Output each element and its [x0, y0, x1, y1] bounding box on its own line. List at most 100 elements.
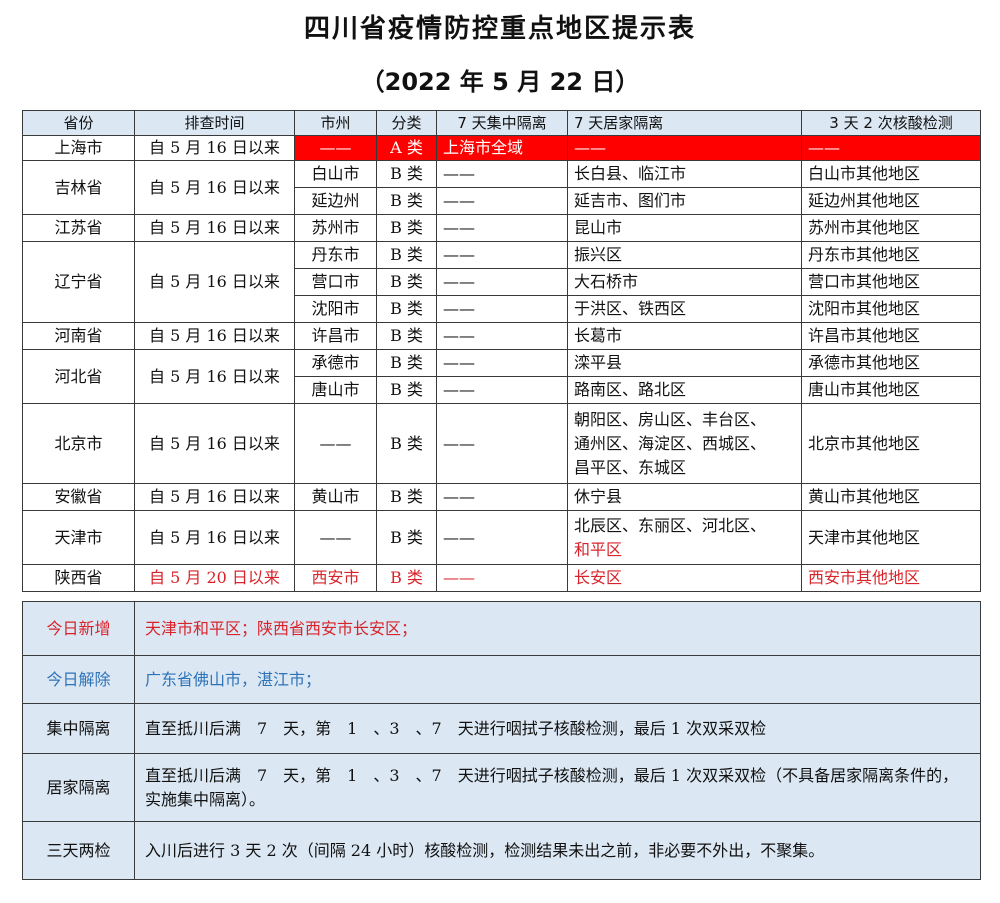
cell-city: 苏州市	[294, 214, 377, 242]
cell-home-line: 昌平区、东城区	[574, 457, 687, 477]
cell-home-line: 和平区	[574, 539, 623, 559]
cell-province: 河南省	[22, 322, 135, 350]
cell-class: B 类	[376, 322, 437, 350]
cell-home-line: 北辰区、东丽区、河北区、	[574, 515, 767, 535]
cell-time: 自 5 月 16 日以来	[134, 483, 295, 511]
table-row: 上海市 自 5 月 16 日以来 —— A 类 上海市全域 —— ——	[22, 135, 981, 161]
cell-home: 延吉市、图们市	[567, 187, 802, 215]
cell-home: 休宁县	[567, 483, 802, 511]
table-header-row: 省份 排查时间 市州 分类 7 天集中隔离 7 天居家隔离 3 天 2 次核酸检…	[22, 110, 981, 136]
cell-class: B 类	[376, 510, 437, 565]
note-text-lift: 广东省佛山市，湛江市；	[134, 655, 981, 704]
cell-class: B 类	[376, 483, 437, 511]
cell-city: 沈阳市	[294, 295, 377, 323]
cell-central: ——	[436, 214, 568, 242]
table-row: 河北省 自 5 月 16 日以来 承德市 B 类 —— 滦平县 承德市其他地区	[22, 349, 981, 404]
cell-home-line: 朝阳区、房山区、丰台区、	[574, 409, 767, 429]
cell-central: ——	[436, 349, 568, 377]
note-text-test: 入川后进行 3 天 2 次（间隔 24 小时）核酸检测，检测结果未出之前，非必要…	[134, 821, 981, 880]
cell-home-line: 通州区、海淀区、西城区、	[574, 433, 767, 453]
cell-province: 天津市	[22, 510, 135, 565]
cell-central: ——	[436, 564, 568, 592]
cell-central: ——	[436, 187, 568, 215]
note-row-test: 三天两检 入川后进行 3 天 2 次（间隔 24 小时）核酸检测，检测结果未出之…	[22, 821, 981, 880]
cell-city: 白山市	[294, 160, 377, 188]
note-label-home: 居家隔离	[22, 753, 135, 822]
note-text-home: 直至抵川后满 7 天，第 1 、3 、7 天进行咽拭子核酸检测，最后 1 次双采…	[134, 753, 981, 822]
cell-time: 自 5 月 16 日以来	[134, 160, 295, 215]
cell-test: 黄山市其他地区	[801, 483, 981, 511]
cell-province: 上海市	[22, 135, 135, 161]
cell-test: 西安市其他地区	[801, 564, 981, 592]
table-row: 天津市 自 5 月 16 日以来 —— B 类 —— 北辰区、东丽区、河北区、 …	[22, 510, 981, 565]
cell-class: B 类	[376, 268, 437, 296]
cell-home: 路南区、路北区	[567, 376, 802, 404]
col-header-home-quarantine: 7 天居家隔离	[567, 110, 802, 136]
cell-city: 黄山市	[294, 483, 377, 511]
cell-city: ——	[294, 403, 377, 484]
cell-class: B 类	[376, 376, 437, 404]
cell-class: B 类	[376, 564, 437, 592]
cell-home: 长葛市	[567, 322, 802, 350]
cell-province: 辽宁省	[22, 241, 135, 323]
cell-central: ——	[436, 160, 568, 188]
cell-time: 自 5 月 16 日以来	[134, 135, 295, 161]
col-header-city: 市州	[294, 110, 377, 136]
table-row: 安徽省 自 5 月 16 日以来 黄山市 B 类 —— 休宁县 黄山市其他地区	[22, 483, 981, 511]
note-row-lift: 今日解除 广东省佛山市，湛江市；	[22, 655, 981, 704]
table-row: 江苏省 自 5 月 16 日以来 苏州市 B 类 —— 昆山市 苏州市其他地区	[22, 214, 981, 242]
cell-central: 上海市全域	[436, 135, 568, 161]
cell-central: ——	[436, 322, 568, 350]
page-title: 四川省疫情防控重点地区提示表	[303, 14, 696, 44]
cell-test: 承德市其他地区	[801, 349, 981, 377]
cell-class: B 类	[376, 187, 437, 215]
col-header-screening-time: 排查时间	[134, 110, 295, 136]
cell-province: 河北省	[22, 349, 135, 404]
cell-home: 北辰区、东丽区、河北区、 和平区	[567, 510, 802, 565]
note-row-central: 集中隔离 直至抵川后满 7 天，第 1 、3 、7 天进行咽拭子核酸检测，最后 …	[22, 703, 981, 754]
table-row: 北京市 自 5 月 16 日以来 —— B 类 —— 朝阳区、房山区、丰台区、 …	[22, 403, 981, 484]
cell-central: ——	[436, 376, 568, 404]
cell-test: 白山市其他地区	[801, 160, 981, 188]
cell-home: 长安区	[567, 564, 802, 592]
cell-province: 安徽省	[22, 483, 135, 511]
cell-central: ——	[436, 403, 568, 484]
col-header-province: 省份	[22, 110, 135, 136]
cell-home: ——	[567, 135, 802, 161]
table-row: 吉林省 自 5 月 16 日以来 白山市 B 类 —— 长白县、临江市 白山市其…	[22, 160, 981, 215]
cell-home: 朝阳区、房山区、丰台区、 通州区、海淀区、西城区、 昌平区、东城区	[567, 403, 802, 484]
cell-city: 延边州	[294, 187, 377, 215]
table-row: 陕西省 自 5 月 20 日以来 西安市 B 类 —— 长安区 西安市其他地区	[22, 564, 981, 592]
cell-time: 自 5 月 16 日以来	[134, 403, 295, 484]
page-subtitle: （2022 年 5 月 22 日）	[360, 68, 640, 96]
cell-city: 西安市	[294, 564, 377, 592]
cell-central: ——	[436, 241, 568, 269]
cell-city: 营口市	[294, 268, 377, 296]
cell-test: 沈阳市其他地区	[801, 295, 981, 323]
cell-home: 大石桥市	[567, 268, 802, 296]
cell-home: 昆山市	[567, 214, 802, 242]
cell-class: B 类	[376, 214, 437, 242]
cell-province: 陕西省	[22, 564, 135, 592]
cell-class: A 类	[376, 135, 437, 161]
notes-table: 今日新增 天津市和平区；陕西省西安市长安区； 今日解除 广东省佛山市，湛江市； …	[22, 601, 981, 880]
cell-central: ——	[436, 483, 568, 511]
cell-time: 自 5 月 16 日以来	[134, 322, 295, 350]
cell-city: 许昌市	[294, 322, 377, 350]
cell-time: 自 5 月 16 日以来	[134, 241, 295, 323]
cell-province: 吉林省	[22, 160, 135, 215]
cell-home: 长白县、临江市	[567, 160, 802, 188]
col-header-central-quarantine: 7 天集中隔离	[436, 110, 568, 136]
table-row: 辽宁省 自 5 月 16 日以来 丹东市 B 类 —— 振兴区 丹东市其他地区	[22, 241, 981, 323]
note-row-new: 今日新增 天津市和平区；陕西省西安市长安区；	[22, 601, 981, 656]
cell-home: 滦平县	[567, 349, 802, 377]
note-label-new: 今日新增	[22, 601, 135, 656]
cell-test: 苏州市其他地区	[801, 214, 981, 242]
cell-time: 自 5 月 20 日以来	[134, 564, 295, 592]
cell-test: 唐山市其他地区	[801, 376, 981, 404]
note-label-test: 三天两检	[22, 821, 135, 880]
cell-class: B 类	[376, 403, 437, 484]
cell-class: B 类	[376, 349, 437, 377]
cell-central: ——	[436, 510, 568, 565]
note-row-home: 居家隔离 直至抵川后满 7 天，第 1 、3 、7 天进行咽拭子核酸检测，最后 …	[22, 753, 981, 822]
